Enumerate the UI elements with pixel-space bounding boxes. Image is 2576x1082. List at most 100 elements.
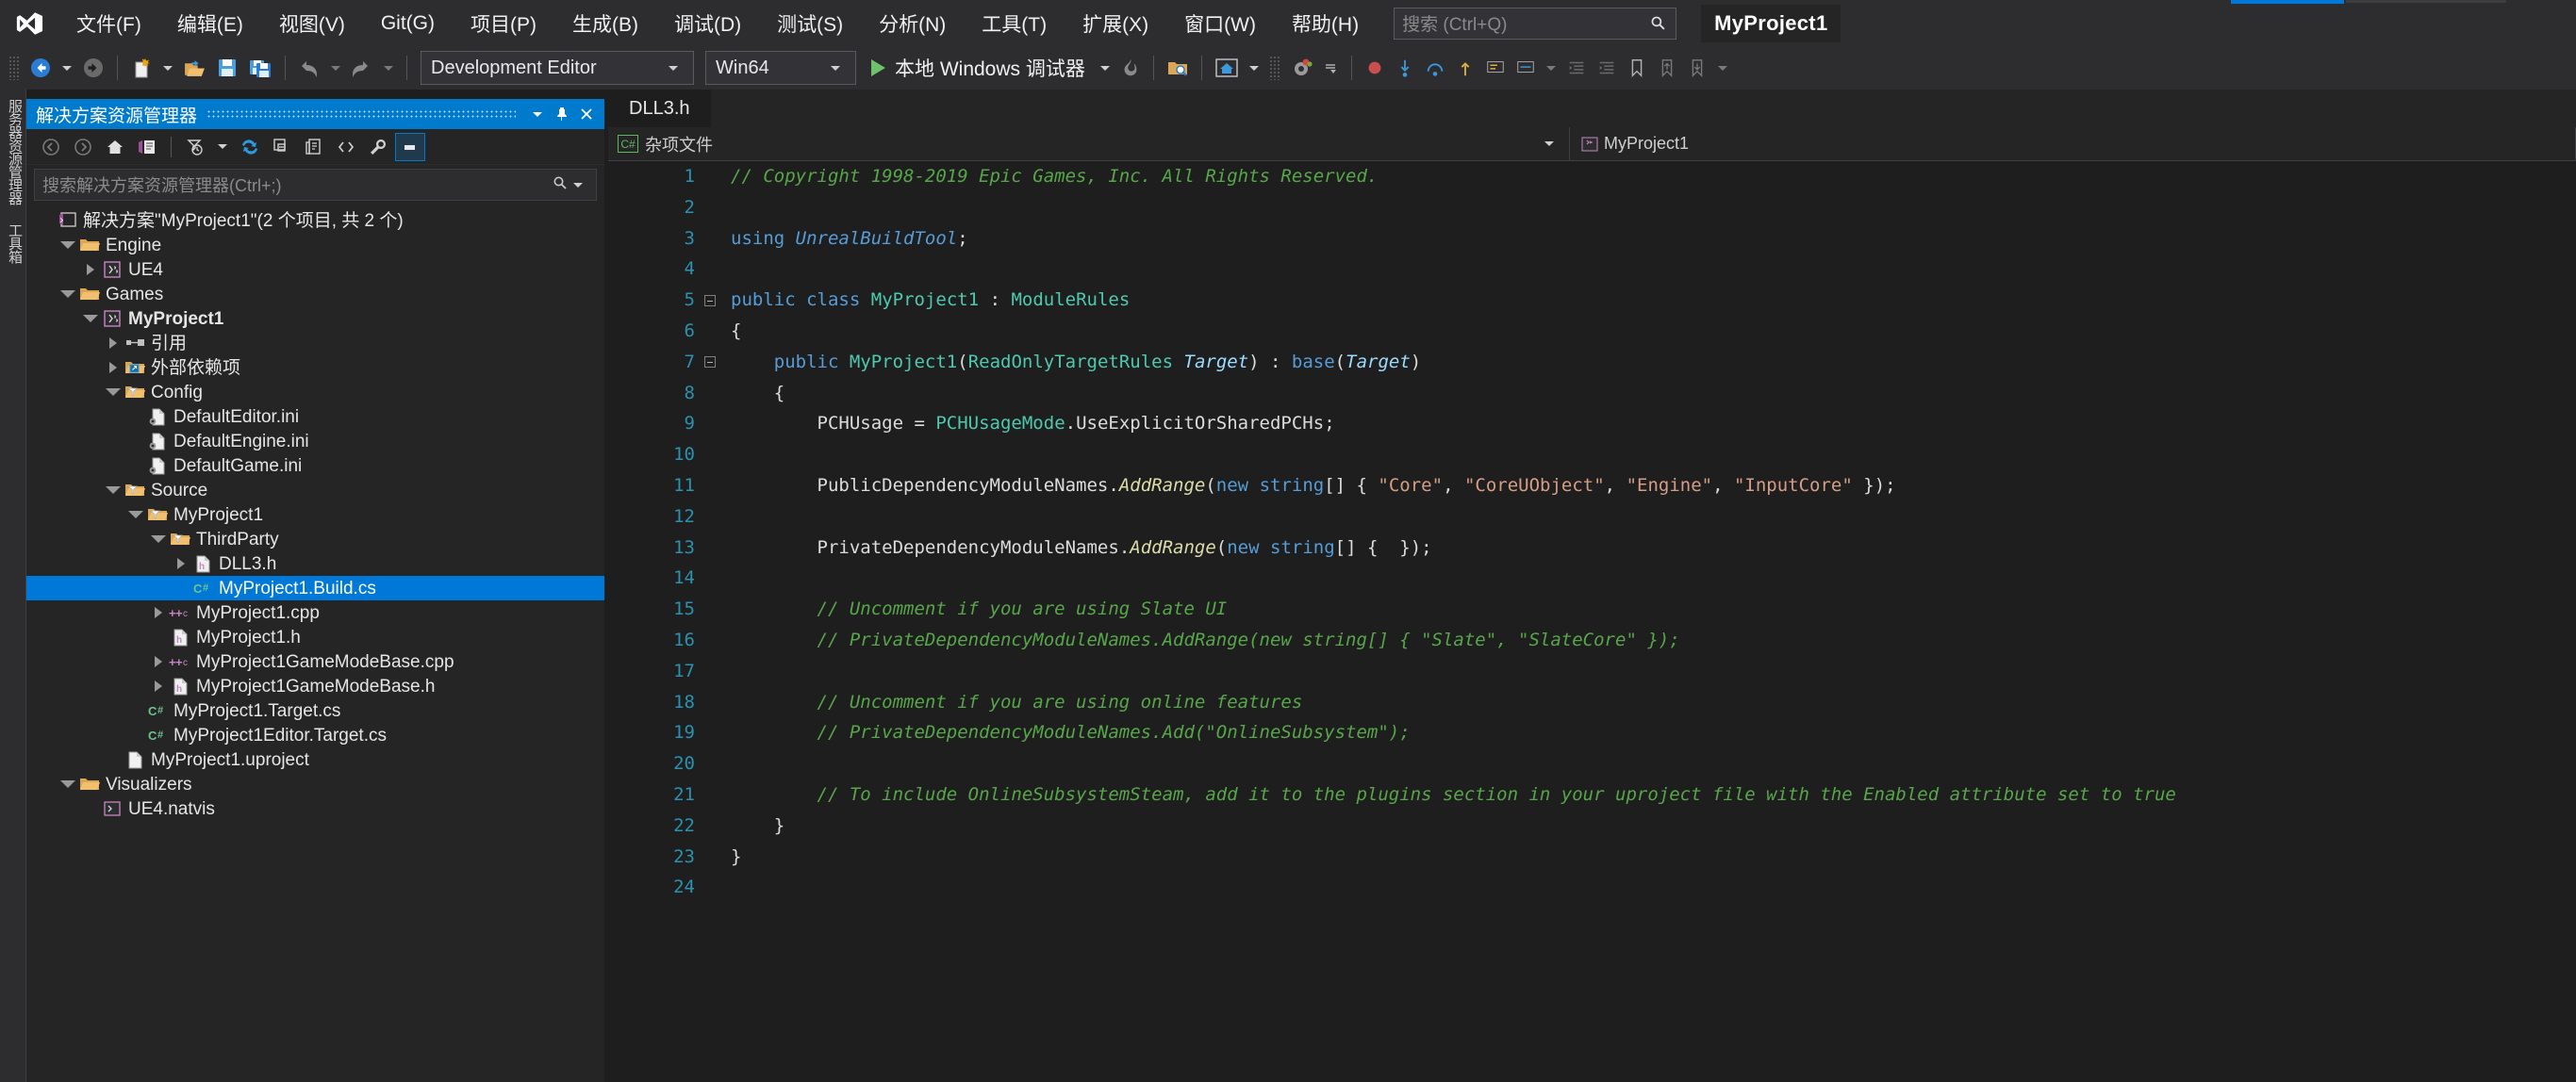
- tree-item-myproject1-h[interactable]: h MyProject1.h: [26, 625, 604, 649]
- expand-chevron-icon[interactable]: [149, 677, 168, 696]
- pin-icon[interactable]: [550, 102, 574, 126]
- chevron-down-icon[interactable]: [218, 144, 227, 149]
- expand-chevron-icon[interactable]: [149, 652, 168, 671]
- hot-reload-icon[interactable]: [1115, 50, 1146, 86]
- code-line[interactable]: PrivateDependencyModuleNames.AddRange(ne…: [731, 533, 2576, 564]
- code-line[interactable]: [731, 656, 2576, 687]
- document-tab-dll3h[interactable]: DLL3.h: [608, 90, 711, 127]
- collapse-all-icon[interactable]: [267, 133, 297, 161]
- home-icon[interactable]: [100, 133, 130, 161]
- chevron-down-icon[interactable]: [573, 182, 583, 188]
- tree-item-myproject1[interactable]: MyProject1: [26, 306, 604, 331]
- collapse-chevron-icon[interactable]: [81, 309, 100, 328]
- expand-chevron-icon[interactable]: [104, 334, 123, 352]
- tree-item-myproject1gamemodebase-cpp[interactable]: + + c MyProject1GameModeBase.cpp: [26, 649, 604, 674]
- code-editor-surface[interactable]: 1 2 3 4 5 6 7 8 9 10 11 12 13 14 15 16 17 18 19 20 21 22 23 24 …: [608, 161, 2576, 1082]
- toggle-breakpoint-icon[interactable]: [1360, 50, 1390, 86]
- save-icon[interactable]: [211, 50, 243, 86]
- menu-extensions[interactable]: 扩展(X): [1065, 0, 1166, 46]
- undo-icon[interactable]: [293, 50, 325, 86]
- redo-dropdown-caret[interactable]: [384, 65, 393, 71]
- redo-icon[interactable]: [346, 50, 378, 86]
- code-line[interactable]: public class MyProject1 : ModuleRules: [731, 285, 2576, 316]
- tree-item-source[interactable]: Source: [26, 478, 604, 502]
- code-line[interactable]: public MyProject1(ReadOnlyTargetRules Ta…: [731, 347, 2576, 378]
- view-code-icon[interactable]: [331, 133, 361, 161]
- preview-pane-icon[interactable]: [395, 132, 425, 161]
- search-icon[interactable]: [1647, 13, 1668, 34]
- close-icon[interactable]: [574, 102, 599, 126]
- menu-test[interactable]: 测试(S): [759, 0, 861, 46]
- comment-selection-icon[interactable]: [1480, 50, 1511, 86]
- tree-item-myproject1editor-target-cs[interactable]: C # MyProject1Editor.Target.cs: [26, 723, 604, 747]
- code-line[interactable]: [731, 748, 2576, 779]
- tree-item-myproject1-build-cs[interactable]: C # MyProject1.Build.cs: [26, 576, 604, 600]
- expand-chevron-icon[interactable]: [104, 358, 123, 377]
- solution-platform-combo[interactable]: Win64: [705, 51, 856, 85]
- toolbar-grip[interactable]: [8, 56, 20, 80]
- tree-item-engine[interactable]: Engine: [26, 233, 604, 257]
- menu-build[interactable]: 生成(B): [554, 0, 656, 46]
- tree-item-ue4[interactable]: UE4: [26, 257, 604, 282]
- collapse-region-icon[interactable]: [704, 285, 725, 316]
- vtab-server-explorer[interactable]: 服务器资源管理器: [0, 90, 29, 214]
- step-over-icon[interactable]: [1420, 50, 1450, 86]
- tree-item-visualizers[interactable]: Visualizers: [26, 772, 604, 796]
- chevron-down-icon[interactable]: [669, 65, 678, 71]
- solution-explorer-search-input[interactable]: 搜索解决方案资源管理器(Ctrl+;): [34, 169, 597, 201]
- next-bookmark-icon[interactable]: [1682, 50, 1712, 86]
- menu-edit[interactable]: 编辑(E): [159, 0, 261, 46]
- solution-properties-icon[interactable]: [132, 133, 162, 161]
- tree-item-ue4-natvis[interactable]: UE4.natvis: [26, 796, 604, 821]
- code-line[interactable]: [731, 872, 2576, 903]
- toggle-bookmark-icon[interactable]: [1622, 50, 1652, 86]
- tree-item-myproject1-2-2[interactable]: 解决方案"MyProject1"(2 个项目, 共 2 个): [26, 208, 604, 233]
- editor-code-text[interactable]: // Copyright 1998-2019 Epic Games, Inc. …: [725, 161, 2576, 1082]
- menu-project[interactable]: 项目(P): [453, 0, 554, 46]
- new-item-dropdown-caret[interactable]: [163, 65, 173, 71]
- collapse-chevron-icon[interactable]: [58, 775, 77, 794]
- folder-search-icon[interactable]: [1162, 50, 1194, 86]
- vtab-toolbox[interactable]: 工具箱: [0, 214, 29, 272]
- step-out-icon[interactable]: [1450, 50, 1480, 86]
- code-line[interactable]: using UnrealBuildTool;: [731, 223, 2576, 254]
- code-line[interactable]: [731, 254, 2576, 285]
- window-layout-caret[interactable]: [1248, 65, 1259, 71]
- chevron-down-icon[interactable]: [831, 65, 840, 71]
- code-line[interactable]: [731, 563, 2576, 594]
- code-line[interactable]: // Uncomment if you are using Slate UI: [731, 594, 2576, 625]
- start-debugging-button[interactable]: 本地 Windows 调试器: [862, 50, 1095, 86]
- forward-icon[interactable]: [68, 133, 98, 161]
- code-line[interactable]: [731, 192, 2576, 223]
- tree-item-dll3-h[interactable]: h DLL3.h: [26, 551, 604, 576]
- tree-item-games[interactable]: Games: [26, 282, 604, 306]
- editor-glyph-margin[interactable]: [608, 161, 646, 1082]
- code-line[interactable]: // PrivateDependencyModuleNames.AddRange…: [731, 625, 2576, 656]
- tree-item-defaultgame-ini[interactable]: DefaultGame.ini: [26, 453, 604, 478]
- previous-bookmark-icon[interactable]: [1652, 50, 1682, 86]
- tree-item-myproject1-uproject[interactable]: MyProject1.uproject: [26, 747, 604, 772]
- menu-window[interactable]: 窗口(W): [1166, 0, 1274, 46]
- code-line[interactable]: // Uncomment if you are using online fea…: [731, 687, 2576, 718]
- menu-view[interactable]: 视图(V): [261, 0, 363, 46]
- settings-gear-icon[interactable]: [1285, 50, 1317, 86]
- expand-chevron-icon[interactable]: [172, 554, 190, 573]
- menu-file[interactable]: 文件(F): [58, 0, 159, 46]
- tree-item-myproject1gamemodebase-h[interactable]: h MyProject1GameModeBase.h: [26, 674, 604, 698]
- search-icon[interactable]: [553, 175, 568, 195]
- pending-changes-filter-icon[interactable]: [180, 133, 210, 161]
- tree-item-[interactable]: 外部依赖项: [26, 355, 604, 380]
- code-line[interactable]: PublicDependencyModuleNames.AddRange(new…: [731, 470, 2576, 501]
- collapse-chevron-icon[interactable]: [58, 285, 77, 303]
- chevron-down-icon[interactable]: [1544, 141, 1554, 146]
- navbar-member-dropdown[interactable]: MyProject1: [1570, 126, 2576, 161]
- collapse-chevron-icon[interactable]: [104, 481, 123, 500]
- navigate-back-icon[interactable]: [25, 50, 57, 86]
- open-file-icon[interactable]: [178, 50, 211, 86]
- bookmark-dropdown-caret[interactable]: [1717, 65, 1727, 71]
- home-frame-icon[interactable]: [1210, 50, 1244, 86]
- solution-configuration-combo[interactable]: Development Editor: [421, 51, 694, 85]
- menu-tools[interactable]: 工具(T): [964, 0, 1065, 46]
- code-line[interactable]: }: [731, 842, 2576, 873]
- undo-dropdown-caret[interactable]: [331, 65, 340, 71]
